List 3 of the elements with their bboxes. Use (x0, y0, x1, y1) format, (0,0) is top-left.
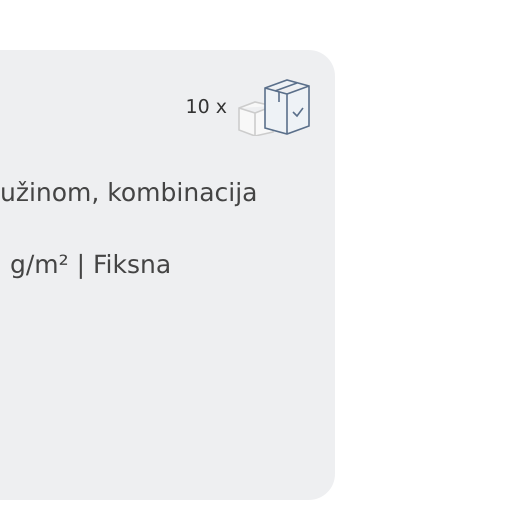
description-text: užinom, kombinacija (0, 177, 258, 209)
description-text: g/m² | Fiksna (9, 249, 172, 281)
quantity-label: 10 x (186, 96, 227, 118)
